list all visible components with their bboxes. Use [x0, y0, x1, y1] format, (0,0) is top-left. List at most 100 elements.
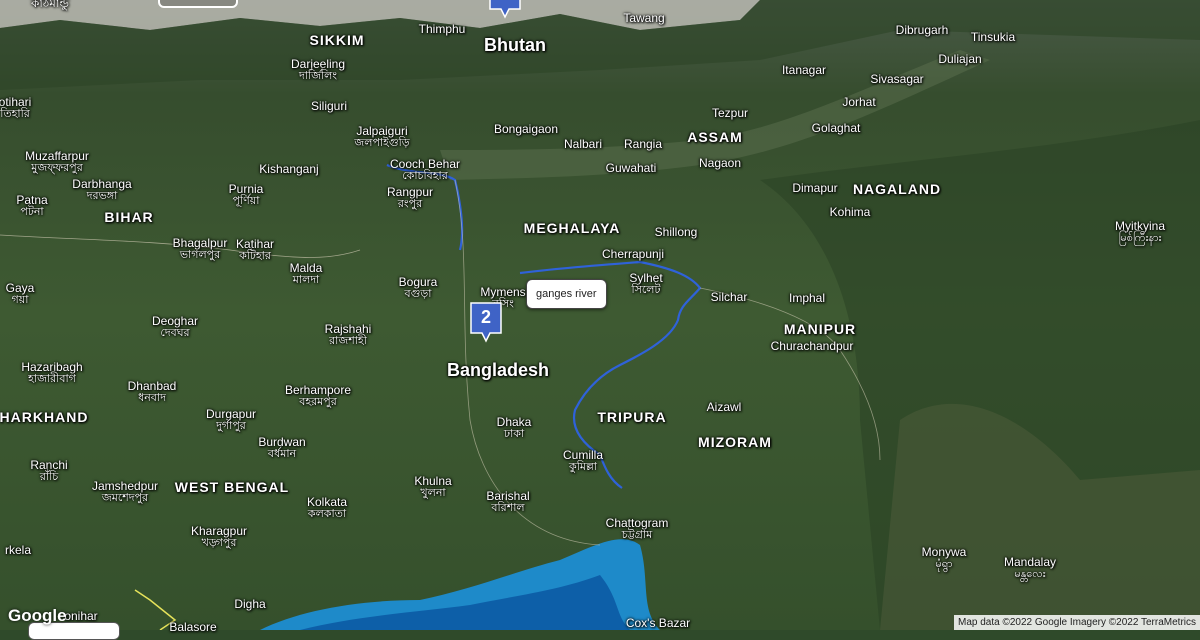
place-name: MANIPUR: [783, 321, 857, 337]
place-name: Bongaigaon: [493, 122, 559, 136]
top-control-box[interactable]: [158, 0, 238, 8]
city-label[interactable]: Darbhanga দরভঙ্গা: [72, 178, 131, 202]
city-label[interactable]: Rajshahi রাজশাহী: [325, 323, 372, 347]
city-label[interactable]: Churachandpur: [771, 340, 854, 353]
city-label[interactable]: Berhampore বহরমপুর: [285, 384, 351, 408]
region-label[interactable]: NAGALAND: [853, 182, 941, 197]
city-label[interactable]: Bogura বগুড়া: [399, 276, 438, 300]
city-label[interactable]: Myitkyina မြစ်ကြီးနား: [1115, 220, 1165, 244]
city-label[interactable]: Purnia পূর্ণিয়া: [229, 183, 264, 207]
map-attribution[interactable]: Map data ©2022 Google Imagery ©2022 Terr…: [953, 615, 1200, 630]
city-label[interactable]: Mandalay မန္တလေး: [1004, 556, 1056, 580]
city-label[interactable]: Katihar কটিহার: [236, 238, 274, 262]
region-label[interactable]: TRIPURA: [597, 410, 666, 425]
city-label[interactable]: Golaghat: [812, 122, 861, 135]
city-label[interactable]: Gaya গয়া: [6, 282, 35, 306]
region-label[interactable]: SIKKIM: [310, 33, 365, 48]
city-label[interactable]: কাঠমান্ডু: [31, 0, 69, 10]
city-label[interactable]: Dibrugarh: [896, 24, 949, 37]
satellite-map[interactable]: কাঠমান্ডু SIKKIM Thimphu Bhutan Tawang Dibrug…: [0, 0, 1200, 640]
city-label[interactable]: Monywa မုံရွာ: [922, 546, 967, 570]
city-label[interactable]: Kohima: [830, 206, 871, 219]
region-label[interactable]: ASSAM: [687, 130, 743, 145]
city-label[interactable]: Shillong: [655, 226, 698, 239]
city-label[interactable]: Chattogram চট্টগ্রাম: [606, 517, 669, 541]
city-label[interactable]: Jorhat: [842, 96, 875, 109]
region-label[interactable]: MEGHALAYA: [524, 221, 621, 236]
cluster-marker[interactable]: 3: [488, 0, 522, 19]
city-label[interactable]: Tinsukia: [971, 31, 1015, 44]
place-name: Itanagar: [781, 63, 827, 77]
region-label[interactable]: WEST BENGAL: [175, 480, 289, 495]
city-label[interactable]: Duliajan: [938, 53, 981, 66]
city-label[interactable]: Cox's Bazar: [626, 617, 690, 630]
city-label[interactable]: Tezpur: [712, 107, 748, 120]
city-label[interactable]: Cumilla কুমিল্লা: [563, 449, 603, 473]
city-label[interactable]: Balasore: [169, 621, 216, 634]
city-label[interactable]: Dhanbad ধনবাদ: [128, 380, 177, 404]
city-label[interactable]: Ranchi রাঁচি: [30, 459, 67, 483]
country-label[interactable]: Bhutan: [484, 36, 546, 55]
city-label[interactable]: Sivasagar: [870, 73, 923, 86]
place-name: Dhaka: [496, 415, 532, 429]
city-label[interactable]: Imphal: [789, 292, 825, 305]
region-label[interactable]: MIZORAM: [698, 435, 772, 450]
place-name-local: কোচবিহার: [402, 169, 448, 182]
city-label[interactable]: Bhagalpur ভাগলপুর: [173, 237, 228, 261]
city-label[interactable]: Kharagpur খড়্গপুর: [191, 525, 247, 549]
city-label[interactable]: Jamshedpur জমশেদপুর: [92, 480, 158, 504]
city-label[interactable]: Cooch Behar কোচবিহার: [390, 158, 460, 182]
place-name: Bangladesh: [446, 360, 550, 380]
city-label[interactable]: Nalbari: [564, 138, 602, 151]
place-name-local: বরিশাল: [491, 501, 525, 514]
city-label[interactable]: Darjeeling দার্জিলিং: [291, 58, 345, 82]
region-label[interactable]: BIHAR: [104, 210, 153, 225]
city-label[interactable]: Siliguri: [311, 100, 347, 113]
city-label[interactable]: Thimphu: [419, 23, 466, 36]
place-name-local: জলপাইগুড়ি: [354, 136, 410, 149]
place-name-local: জমশেদপুর: [101, 491, 149, 504]
city-label[interactable]: Bongaigaon: [494, 123, 558, 136]
city-label[interactable]: Silchar: [711, 291, 748, 304]
place-name: Mandalay: [1003, 555, 1057, 569]
city-label[interactable]: Rangpur রংপুর: [387, 186, 433, 210]
city-label[interactable]: Hazaribagh হাজারীবাগ: [21, 361, 82, 385]
city-label[interactable]: Barishal বরিশাল: [486, 490, 529, 514]
city-label[interactable]: Itanagar: [782, 64, 826, 77]
google-logo[interactable]: Google: [8, 606, 67, 626]
city-label[interactable]: Muzaffarpur মুজফ্ফরপুর: [25, 150, 89, 174]
city-label[interactable]: Sylhet সিলেট: [629, 272, 662, 296]
city-label[interactable]: Digha: [234, 598, 265, 611]
city-label[interactable]: Aizawl: [707, 401, 742, 414]
city-label[interactable]: Malda মালদা: [290, 262, 323, 286]
place-name: Hazaribagh: [21, 360, 83, 374]
cluster-marker[interactable]: 2: [469, 301, 503, 343]
city-label[interactable]: rkela: [5, 544, 31, 557]
place-name-local: বগুড়া: [404, 287, 432, 300]
region-label[interactable]: MANIPUR: [784, 322, 856, 337]
city-label[interactable]: Patna পটনা: [16, 194, 47, 218]
city-label[interactable]: Dhaka ঢাকা: [497, 416, 532, 440]
city-label[interactable]: Kolkata কলকাতা: [307, 496, 347, 520]
city-label[interactable]: Tawang: [623, 12, 664, 25]
city-label[interactable]: Durgapur দুর্গাপুর: [206, 408, 256, 432]
city-label[interactable]: Dimapur: [792, 182, 837, 195]
place-name: Jamshedpur: [91, 479, 159, 493]
city-label[interactable]: Nagaon: [699, 157, 741, 170]
city-label[interactable]: Jalpaiguri জলপাইগুড়ি: [354, 125, 409, 149]
city-label[interactable]: Kishanganj: [259, 163, 318, 176]
region-label[interactable]: HARKHAND: [0, 410, 88, 425]
city-label[interactable]: Burdwan বর্ধমান: [258, 436, 305, 460]
city-label[interactable]: Deoghar দেবঘর: [152, 315, 198, 339]
city-label[interactable]: Guwahati: [606, 162, 657, 175]
city-label[interactable]: Cherrapunji: [602, 248, 664, 261]
ganges-river-tooltip[interactable]: ganges river: [526, 279, 607, 309]
place-name: Cooch Behar: [389, 157, 461, 171]
city-label[interactable]: otihari তিহারি: [0, 96, 31, 120]
place-name-local: বহরমপুর: [299, 395, 337, 408]
place-name: SIKKIM: [309, 32, 365, 48]
city-label[interactable]: Rangia: [624, 138, 662, 151]
city-label[interactable]: Khulna খুলনা: [414, 475, 451, 499]
country-label[interactable]: Bangladesh: [447, 361, 549, 380]
city-label[interactable]: onihar: [64, 610, 97, 623]
